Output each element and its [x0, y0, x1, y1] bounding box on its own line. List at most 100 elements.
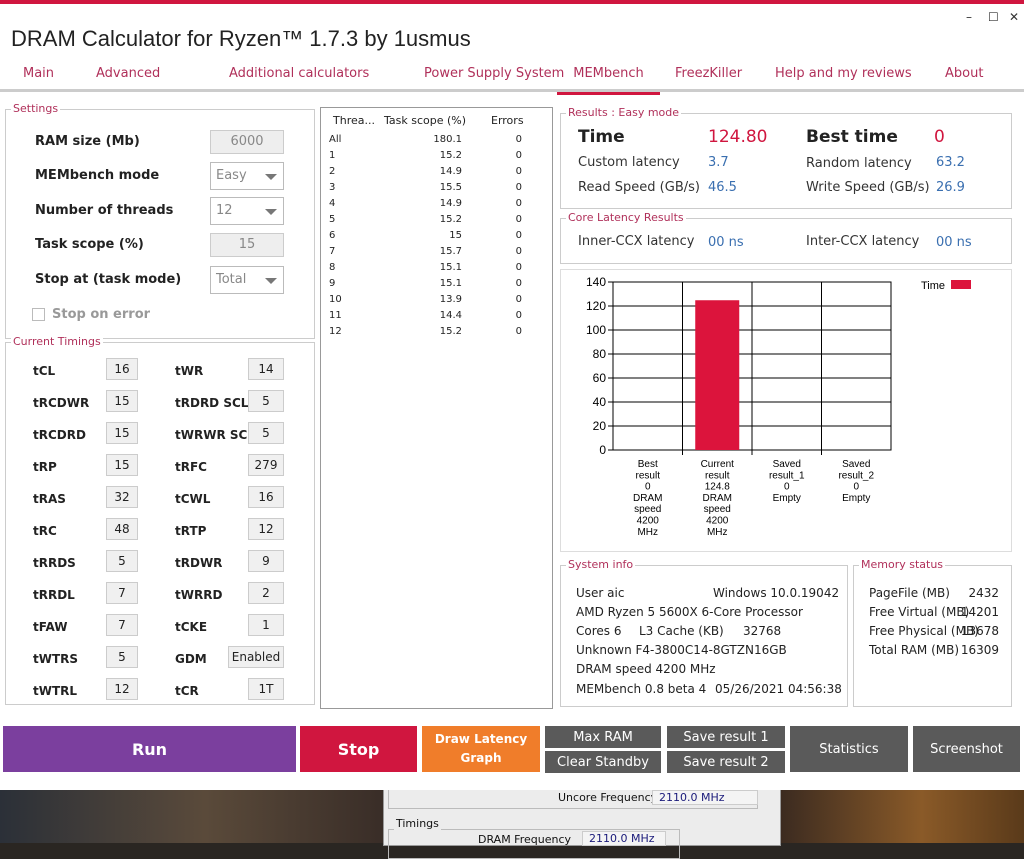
timing-value: 279 — [248, 454, 284, 476]
timing-label: tCL — [33, 364, 56, 378]
y-tick-label: 140 — [586, 275, 606, 289]
memory-value: 16309 — [960, 643, 999, 657]
timing-label: tRC — [33, 524, 57, 538]
col-errors[interactable]: Errors — [491, 114, 524, 127]
timing-label: tWTRL — [33, 684, 78, 698]
timing-value: 1T — [248, 678, 284, 700]
timing-value: Enabled — [228, 646, 284, 668]
stop-at-select[interactable]: Total — [210, 266, 284, 294]
save-result-2-button[interactable]: Save result 2 — [667, 751, 785, 773]
dram-frequency-label: DRAM Frequency — [478, 833, 572, 846]
y-tick-label: 40 — [593, 395, 607, 409]
close-button[interactable]: ✕ — [1009, 10, 1019, 24]
task-scope-cell: 180.1 — [433, 134, 462, 145]
timing-value: 12 — [248, 518, 284, 540]
timing-value: 9 — [248, 550, 284, 572]
max-ram-button[interactable]: Max RAM — [545, 726, 661, 748]
threads-select[interactable]: 12 — [210, 197, 284, 225]
legend-label: Time — [921, 280, 945, 292]
stop-on-error-checkbox[interactable] — [32, 308, 45, 321]
x-category-label: DRAM — [633, 493, 662, 504]
window-title: DRAM Calculator for Ryzen™ 1.7.3 by 1usm… — [11, 26, 471, 51]
read-speed-label: Read Speed (GB/s) — [578, 180, 700, 195]
system-info-group: System info User aic Windows 10.0.19042 … — [560, 558, 848, 707]
table-row: 8 15.1 0 — [321, 262, 554, 278]
x-category-label: Saved — [842, 459, 870, 470]
scope-label: Task scope (%) — [35, 237, 144, 252]
tab-membench[interactable]: MEMbench — [557, 66, 660, 95]
screenshot-button[interactable]: Screenshot — [913, 726, 1020, 772]
tab-help-and-reviews[interactable]: Help and my reviews — [775, 66, 912, 81]
timing-label: tRTP — [175, 524, 207, 538]
statistics-button[interactable]: Statistics — [790, 726, 908, 772]
memory-value: 2432 — [968, 586, 999, 600]
tab-about[interactable]: About — [945, 66, 983, 81]
draw-latency-graph-button[interactable]: Draw Latency Graph — [422, 726, 540, 772]
memory-value: 14201 — [960, 605, 999, 619]
save-result-1-button[interactable]: Save result 1 — [667, 726, 785, 748]
memory-status-title: Memory status — [859, 558, 946, 571]
table-row: 6 15 0 — [321, 230, 554, 246]
thread-cell: All — [329, 134, 342, 145]
read-speed-value: 46.5 — [708, 180, 737, 195]
stop-button[interactable]: Stop — [300, 726, 417, 772]
tab-main[interactable]: Main — [23, 66, 54, 81]
task-scope-cell: 13.9 — [439, 294, 462, 305]
errors-cell: 0 — [515, 246, 522, 257]
memory-label: PageFile (MB) — [869, 586, 950, 600]
timing-label: tRDRD SCL — [175, 396, 249, 410]
time-bar-chart: 020406080100120140Bestresult0DRAMspeed42… — [586, 275, 971, 538]
memory-label: Free Virtual (MB) — [869, 605, 970, 619]
tab-freezkiller[interactable]: FreezKiller — [675, 66, 742, 81]
cores: Cores 6 — [576, 624, 622, 638]
timings-group: Current Timings tCL 16 tWR 14 tRCDWR 15 tRDRD … — [5, 335, 315, 705]
x-category-label: 0 — [645, 482, 651, 493]
timing-label: tCKE — [175, 620, 208, 634]
errors-cell: 0 — [515, 294, 522, 305]
timing-label: tRCDWR — [33, 396, 90, 410]
chevron-down-icon — [265, 174, 277, 180]
col-task-scope[interactable]: Task scope (%) — [384, 114, 466, 127]
timing-value: 32 — [106, 486, 138, 508]
settings-group: Settings RAM size (Mb) 6000 MEMbench mod… — [5, 102, 315, 339]
ram-size-field[interactable]: 6000 — [210, 130, 284, 154]
y-tick-label: 20 — [593, 419, 607, 433]
x-category-label: Current — [701, 459, 735, 470]
run-button[interactable]: Run — [3, 726, 296, 772]
timing-value: 12 — [106, 678, 138, 700]
results-title: Results : Easy mode — [566, 106, 682, 119]
thread-cell: 4 — [329, 198, 336, 209]
custom-latency-label: Custom latency — [578, 155, 680, 170]
task-scope-cell: 15 — [449, 230, 462, 241]
table-row: 1 15.2 0 — [321, 150, 554, 166]
tab-additional-calculators[interactable]: Additional calculators — [229, 66, 369, 81]
col-thread[interactable]: Threa... — [333, 114, 375, 127]
x-category-label: Empty — [773, 493, 801, 504]
clear-standby-button[interactable]: Clear Standby — [545, 751, 661, 773]
write-speed-value: 26.9 — [936, 180, 965, 195]
thread-cell: 11 — [329, 310, 342, 321]
timing-label: tWRRD — [175, 588, 223, 602]
errors-cell: 0 — [515, 262, 522, 273]
thread-cell: 8 — [329, 262, 336, 273]
table-row: 4 14.9 0 — [321, 198, 554, 214]
x-category-label: MHz — [707, 527, 728, 538]
chevron-down-icon — [265, 209, 277, 215]
x-category-label: Empty — [842, 493, 870, 504]
thread-cell: 12 — [329, 326, 342, 337]
thread-cell: 6 — [329, 230, 336, 241]
os: Windows 10.0.19042 — [713, 586, 840, 600]
timing-value: 7 — [106, 582, 138, 604]
maximize-button[interactable]: ☐ — [988, 10, 999, 24]
timing-label: tRRDS — [33, 556, 76, 570]
tab-advanced[interactable]: Advanced — [96, 66, 160, 81]
table-row: 5 15.2 0 — [321, 214, 554, 230]
task-scope-cell: 15.1 — [439, 262, 462, 273]
inter-ccx-label: Inter-CCX latency — [806, 234, 920, 249]
random-latency-label: Random latency — [806, 156, 912, 171]
scope-field[interactable]: 15 — [210, 233, 284, 257]
task-scope-cell: 15.2 — [439, 214, 462, 225]
minimize-button[interactable]: – — [966, 10, 972, 24]
tab-power-supply-system[interactable]: Power Supply System — [424, 66, 564, 81]
mode-select[interactable]: Easy — [210, 162, 284, 190]
